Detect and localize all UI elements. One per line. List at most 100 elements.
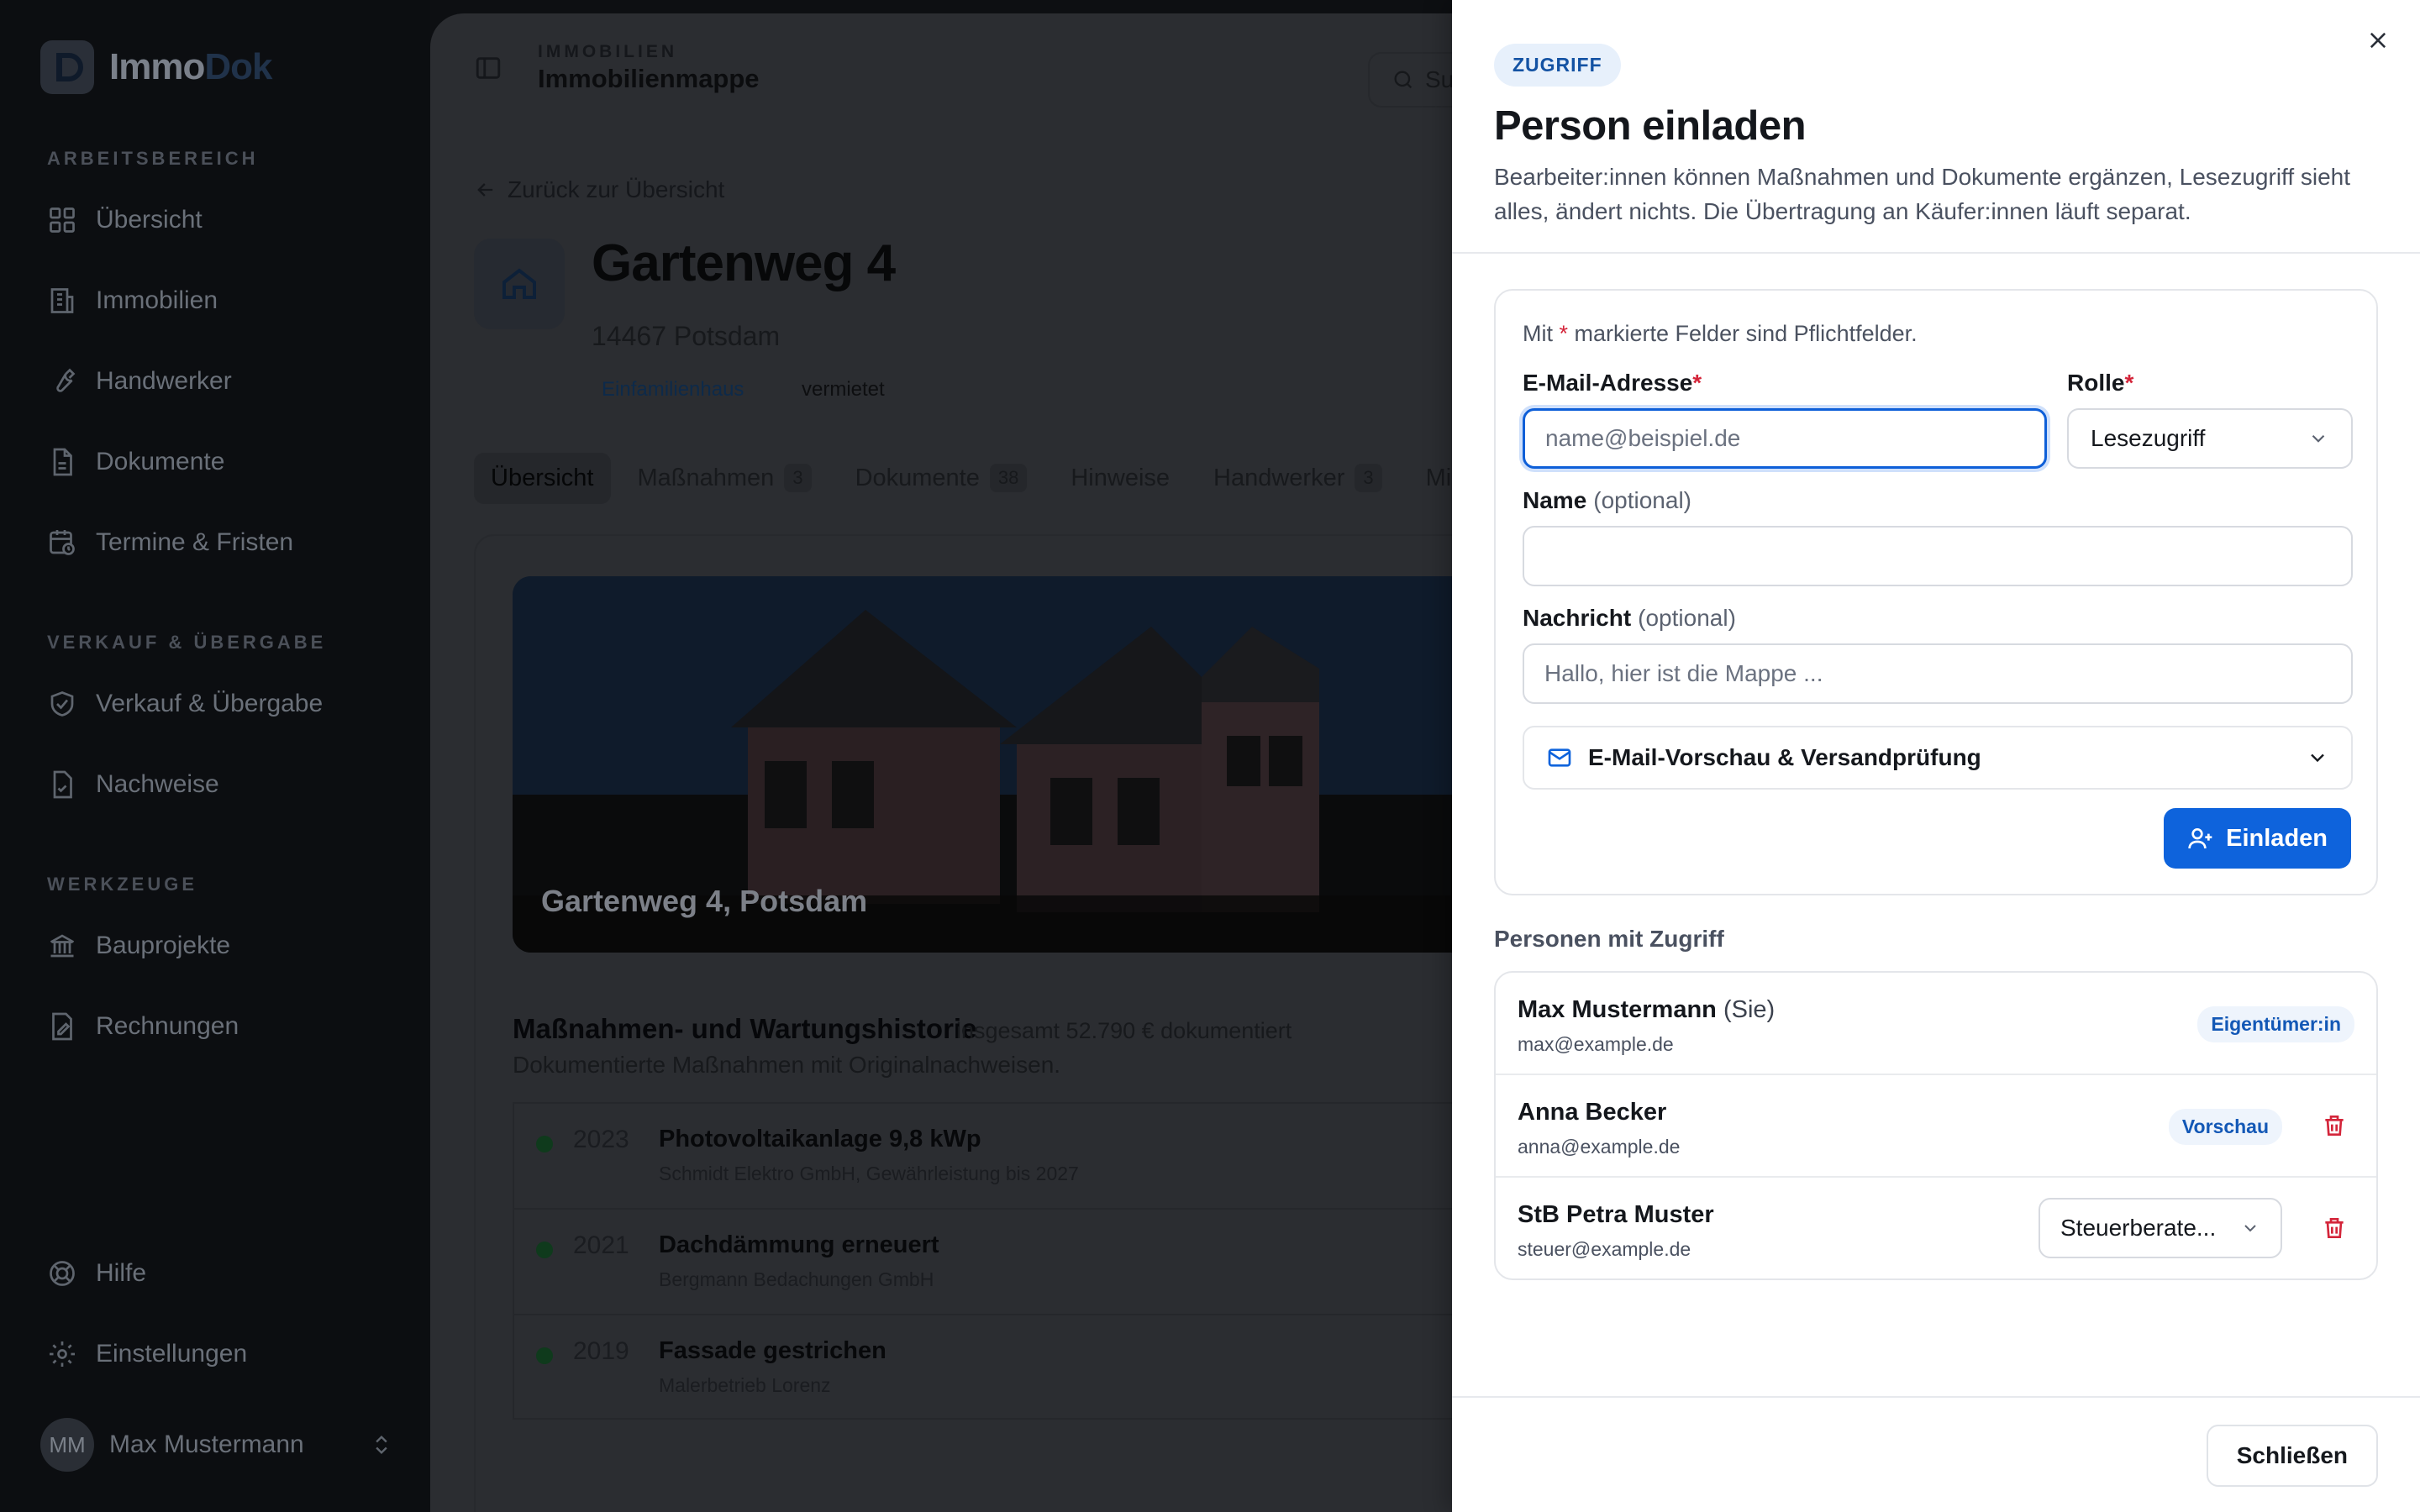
- photo-caption: Gartenweg 4, Potsdam: [541, 884, 868, 918]
- tab-handwerker[interactable]: Handwerker 3: [1197, 452, 1399, 504]
- property-tabs: Übersicht Maßnahmen 3 Dokumente 38 Hinweis…: [474, 452, 1536, 504]
- nav-item-bauprojekte[interactable]: Bauprojekte: [47, 931, 230, 961]
- user-menu[interactable]: MM Max Mustermann: [40, 1418, 393, 1472]
- back-link[interactable]: Zurück zur Übersicht: [474, 176, 724, 203]
- name-label: Name (optional): [1523, 487, 1691, 514]
- name-field[interactable]: [1523, 526, 2353, 586]
- people-section-title: Personen mit Zugriff: [1494, 926, 1724, 952]
- invite-button[interactable]: Einladen: [2164, 808, 2351, 869]
- home-icon: [502, 268, 536, 299]
- back-link-label: Zurück zur Übersicht: [508, 176, 725, 202]
- message-label-text: Nachricht: [1523, 605, 1632, 631]
- search-text: Su: [1425, 66, 1455, 92]
- chevron-down-icon: [2311, 753, 2324, 763]
- tab-label: Handwerker: [1213, 464, 1345, 491]
- nav-item-termine[interactable]: Termine & Fristen: [47, 528, 293, 558]
- remove-access-button[interactable]: [2316, 1210, 2353, 1247]
- drawer-description: Bearbeiter:innen können Maßnahmen und Do…: [1494, 164, 2351, 224]
- gear-icon: [50, 1341, 75, 1367]
- app-root: ImmoDok ARBEITSBEREICH Übersicht Immobil…: [0, 0, 2420, 1512]
- wrench-icon: [56, 368, 76, 392]
- calendar-clock-icon: [50, 530, 75, 555]
- tab-massnahmen[interactable]: Maßnahmen 3: [621, 452, 829, 504]
- person-name: Anna Becker: [1518, 1099, 1667, 1126]
- chevron-down-icon: [2244, 1225, 2256, 1232]
- tab-label: Übersicht: [491, 464, 594, 491]
- nav-item-label: Rechnungen: [96, 1012, 239, 1040]
- receipt-icon: [52, 1012, 72, 1041]
- logo[interactable]: ImmoDok: [40, 40, 272, 94]
- email-label-text: E-Mail-Adresse: [1523, 370, 1693, 396]
- sidebar-toggle-icon[interactable]: [474, 54, 502, 82]
- invite-drawer: ZUGRIFF Person einladen Bearbeiter:innen…: [1452, 0, 2420, 1512]
- history-name: Fassade gestrichen: [659, 1337, 886, 1364]
- person-name-line: Max Mustermann (Sie): [1518, 996, 1775, 1024]
- trash-icon: [2325, 1218, 2344, 1238]
- nav-item-rechnungen[interactable]: Rechnungen: [47, 1011, 239, 1042]
- nav-section-arbeitsbereich: ARBEITSBEREICH: [47, 148, 259, 169]
- document-icon: [53, 448, 72, 476]
- user-name: Max Mustermann: [109, 1431, 304, 1458]
- close-icon[interactable]: [2361, 24, 2395, 57]
- person-suffix: (Sie): [1723, 996, 1776, 1023]
- nav-item-label: Nachweise: [96, 770, 219, 798]
- bank-icon: [50, 934, 75, 958]
- nav-item-label: Hilfe: [96, 1259, 147, 1287]
- nav-item-einstellungen[interactable]: Einstellungen: [47, 1339, 247, 1369]
- person-name: Max Mustermann: [1518, 996, 1717, 1023]
- user-plus-icon: [2188, 828, 2212, 849]
- tab-label: Dokumente: [855, 464, 980, 491]
- email-field[interactable]: [1523, 408, 2047, 469]
- role-select[interactable]: Lesezugriff: [2067, 408, 2353, 469]
- nav-item-hilfe[interactable]: Hilfe: [47, 1258, 146, 1289]
- person-role-select[interactable]: Steuerberate...: [2039, 1198, 2282, 1258]
- lifebuoy-icon: [50, 1261, 75, 1286]
- nav-section-verkauf: VERKAUF & ÜBERGABE: [47, 632, 327, 653]
- property-tag-type: Einfamilienhaus: [602, 378, 744, 401]
- drawer-title: Person einladen: [1494, 103, 1807, 149]
- role-label: Rolle*: [2067, 370, 2133, 396]
- tab-dokumente[interactable]: Dokumente 38: [839, 452, 1044, 504]
- person-email: max@example.de: [1518, 1033, 1674, 1055]
- remove-access-button[interactable]: [2316, 1107, 2353, 1144]
- role-label-text: Rolle: [2067, 370, 2125, 396]
- nav-item-label: Einstellungen: [96, 1340, 248, 1368]
- invite-form: Mit * markierte Felder sind Pflichtfelde…: [1494, 289, 2378, 895]
- history-detail: Bergmann Bedachungen GmbH: [659, 1268, 934, 1290]
- nav-item-label: Termine & Fristen: [96, 528, 294, 556]
- role-select-value: Lesezugriff: [2091, 425, 2206, 451]
- nav-item-immobilien[interactable]: Immobilien: [47, 286, 218, 316]
- chevron-down-icon: [2312, 434, 2325, 443]
- name-optional: (optional): [1593, 487, 1691, 513]
- person-row: Max Mustermann (Sie) max@example.de Eige…: [1496, 973, 2376, 1075]
- nav-item-verkauf[interactable]: Verkauf & Übergabe: [47, 689, 323, 719]
- person-name-line: Anna Becker: [1518, 1099, 1666, 1126]
- invite-button-label: Einladen: [2226, 824, 2328, 852]
- tab-uebersicht[interactable]: Übersicht: [474, 452, 611, 504]
- person-email: anna@example.de: [1518, 1136, 1681, 1158]
- nav-item-handwerker[interactable]: Handwerker: [47, 366, 232, 396]
- nav-item-label: Immobilien: [96, 286, 218, 314]
- tab-count: 38: [989, 464, 1028, 492]
- building-icon: [50, 288, 74, 313]
- status-dot: [536, 1242, 553, 1258]
- email-preview-toggle[interactable]: E-Mail-Vorschau & Versandprüfung: [1523, 726, 2353, 790]
- search-icon: [1394, 71, 1413, 89]
- property-icon-box: [474, 239, 565, 329]
- message-field[interactable]: [1523, 643, 2353, 704]
- role-badge: Eigentümer:in: [2197, 1006, 2354, 1042]
- property-photo: Gartenweg 4, Potsdam: [513, 576, 1521, 953]
- tab-label: Maßnahmen: [637, 464, 775, 491]
- logo-text-part2: Dok: [204, 46, 272, 87]
- sidebar: ImmoDok ARBEITSBEREICH Übersicht Immobil…: [0, 0, 430, 1512]
- nav-item-uebersicht[interactable]: Übersicht: [47, 205, 203, 235]
- history-subtitle: Dokumentierte Maßnahmen mit Originalnach…: [513, 1052, 1061, 1078]
- person-row: Anna Becker anna@example.de Vorschau: [1496, 1075, 2376, 1178]
- tab-count: 3: [784, 464, 812, 492]
- close-button[interactable]: Schließen: [2206, 1425, 2378, 1487]
- nav-item-dokumente[interactable]: Dokumente: [47, 447, 224, 477]
- role-badge: Vorschau: [2168, 1109, 2282, 1145]
- tab-hinweise[interactable]: Hinweise: [1054, 453, 1186, 504]
- nav-item-nachweise[interactable]: Nachweise: [47, 769, 219, 800]
- status-dot: [536, 1347, 553, 1364]
